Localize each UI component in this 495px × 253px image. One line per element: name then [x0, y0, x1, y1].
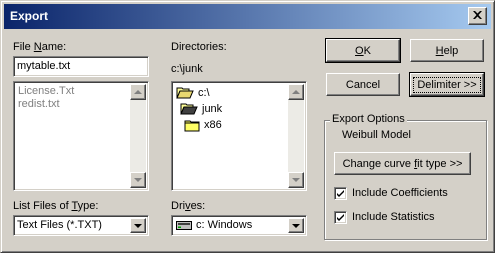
directory-item[interactable]: c:\	[176, 86, 286, 102]
file-list-item[interactable]: redist.txt	[18, 98, 74, 111]
scroll-down-button[interactable]	[130, 172, 146, 188]
hard-drive-icon	[176, 220, 192, 234]
help-button[interactable]: Help	[410, 39, 484, 62]
file-type-select[interactable]: Text Files (*.TXT)	[13, 215, 149, 236]
change-curve-fit-button[interactable]: Change curve fit type >>	[334, 152, 471, 175]
delimiter-label: Delimiter >>	[413, 76, 481, 93]
open-folder-icon	[176, 86, 194, 103]
window-title: Export	[10, 9, 49, 23]
cancel-button[interactable]: Cancel	[326, 73, 400, 96]
current-directory: c:\junk	[171, 63, 203, 75]
arrow-down-icon	[134, 178, 142, 182]
checkmark-icon	[335, 212, 346, 226]
close-button[interactable]	[468, 7, 487, 25]
file-list-item[interactable]: License.Txt	[18, 85, 74, 98]
export-dialog: Export File Name: mytable.txt License.Tx…	[0, 0, 495, 253]
arrow-up-icon	[292, 90, 300, 94]
file-list[interactable]: License.Txt redist.txt	[13, 81, 149, 191]
checkmark-icon	[335, 188, 346, 202]
folder-icon	[184, 119, 200, 135]
drives-select[interactable]: c: Windows	[171, 215, 307, 236]
ok-label: OK	[355, 44, 371, 57]
drives-dropdown-button[interactable]	[288, 218, 304, 233]
drives-value: c: Windows	[196, 219, 253, 231]
export-options-title: Export Options	[330, 113, 407, 125]
directory-item[interactable]: junk	[180, 102, 290, 118]
directory-name: x86	[204, 119, 222, 131]
directory-item[interactable]: x86	[184, 118, 294, 134]
arrow-up-icon	[134, 90, 142, 94]
file-type-value: Text Files (*.TXT)	[17, 219, 102, 231]
title-bar[interactable]: Export	[4, 4, 491, 29]
directory-list-scrollbar[interactable]	[288, 84, 304, 188]
include-coefficients-label[interactable]: Include Coefficients	[352, 187, 448, 199]
include-statistics-checkbox[interactable]	[334, 211, 347, 224]
directory-name: junk	[202, 103, 223, 115]
file-name-value: mytable.txt	[17, 60, 71, 72]
ok-button[interactable]: OK	[325, 38, 401, 63]
arrow-down-icon	[292, 178, 300, 182]
change-curve-fit-label: Change curve fit type >>	[342, 157, 463, 170]
scroll-up-button[interactable]	[288, 84, 304, 100]
chevron-down-icon	[134, 223, 142, 228]
model-name: Weibull Model	[342, 129, 411, 141]
file-name-label: File Name:	[13, 41, 67, 53]
cancel-label: Cancel	[345, 78, 381, 91]
chevron-down-icon	[292, 223, 300, 228]
scroll-down-button[interactable]	[288, 172, 304, 188]
open-folder-icon	[180, 102, 198, 119]
file-type-dropdown-button[interactable]	[130, 218, 146, 233]
close-icon	[473, 10, 482, 22]
file-name-input[interactable]: mytable.txt	[13, 56, 149, 77]
drives-label: Drives:	[171, 200, 206, 212]
file-type-label: List Files of Type:	[13, 200, 99, 212]
help-label: Help	[435, 44, 459, 57]
file-list-scrollbar[interactable]	[130, 84, 146, 188]
directories-label: Directories:	[171, 41, 227, 53]
directory-name: c:\	[198, 87, 210, 99]
include-coefficients-checkbox[interactable]	[334, 187, 347, 200]
scroll-up-button[interactable]	[130, 84, 146, 100]
directory-list[interactable]: c:\ junk x86	[171, 81, 307, 191]
include-statistics-label[interactable]: Include Statistics	[352, 211, 435, 223]
delimiter-button[interactable]: Delimiter >>	[409, 72, 485, 97]
